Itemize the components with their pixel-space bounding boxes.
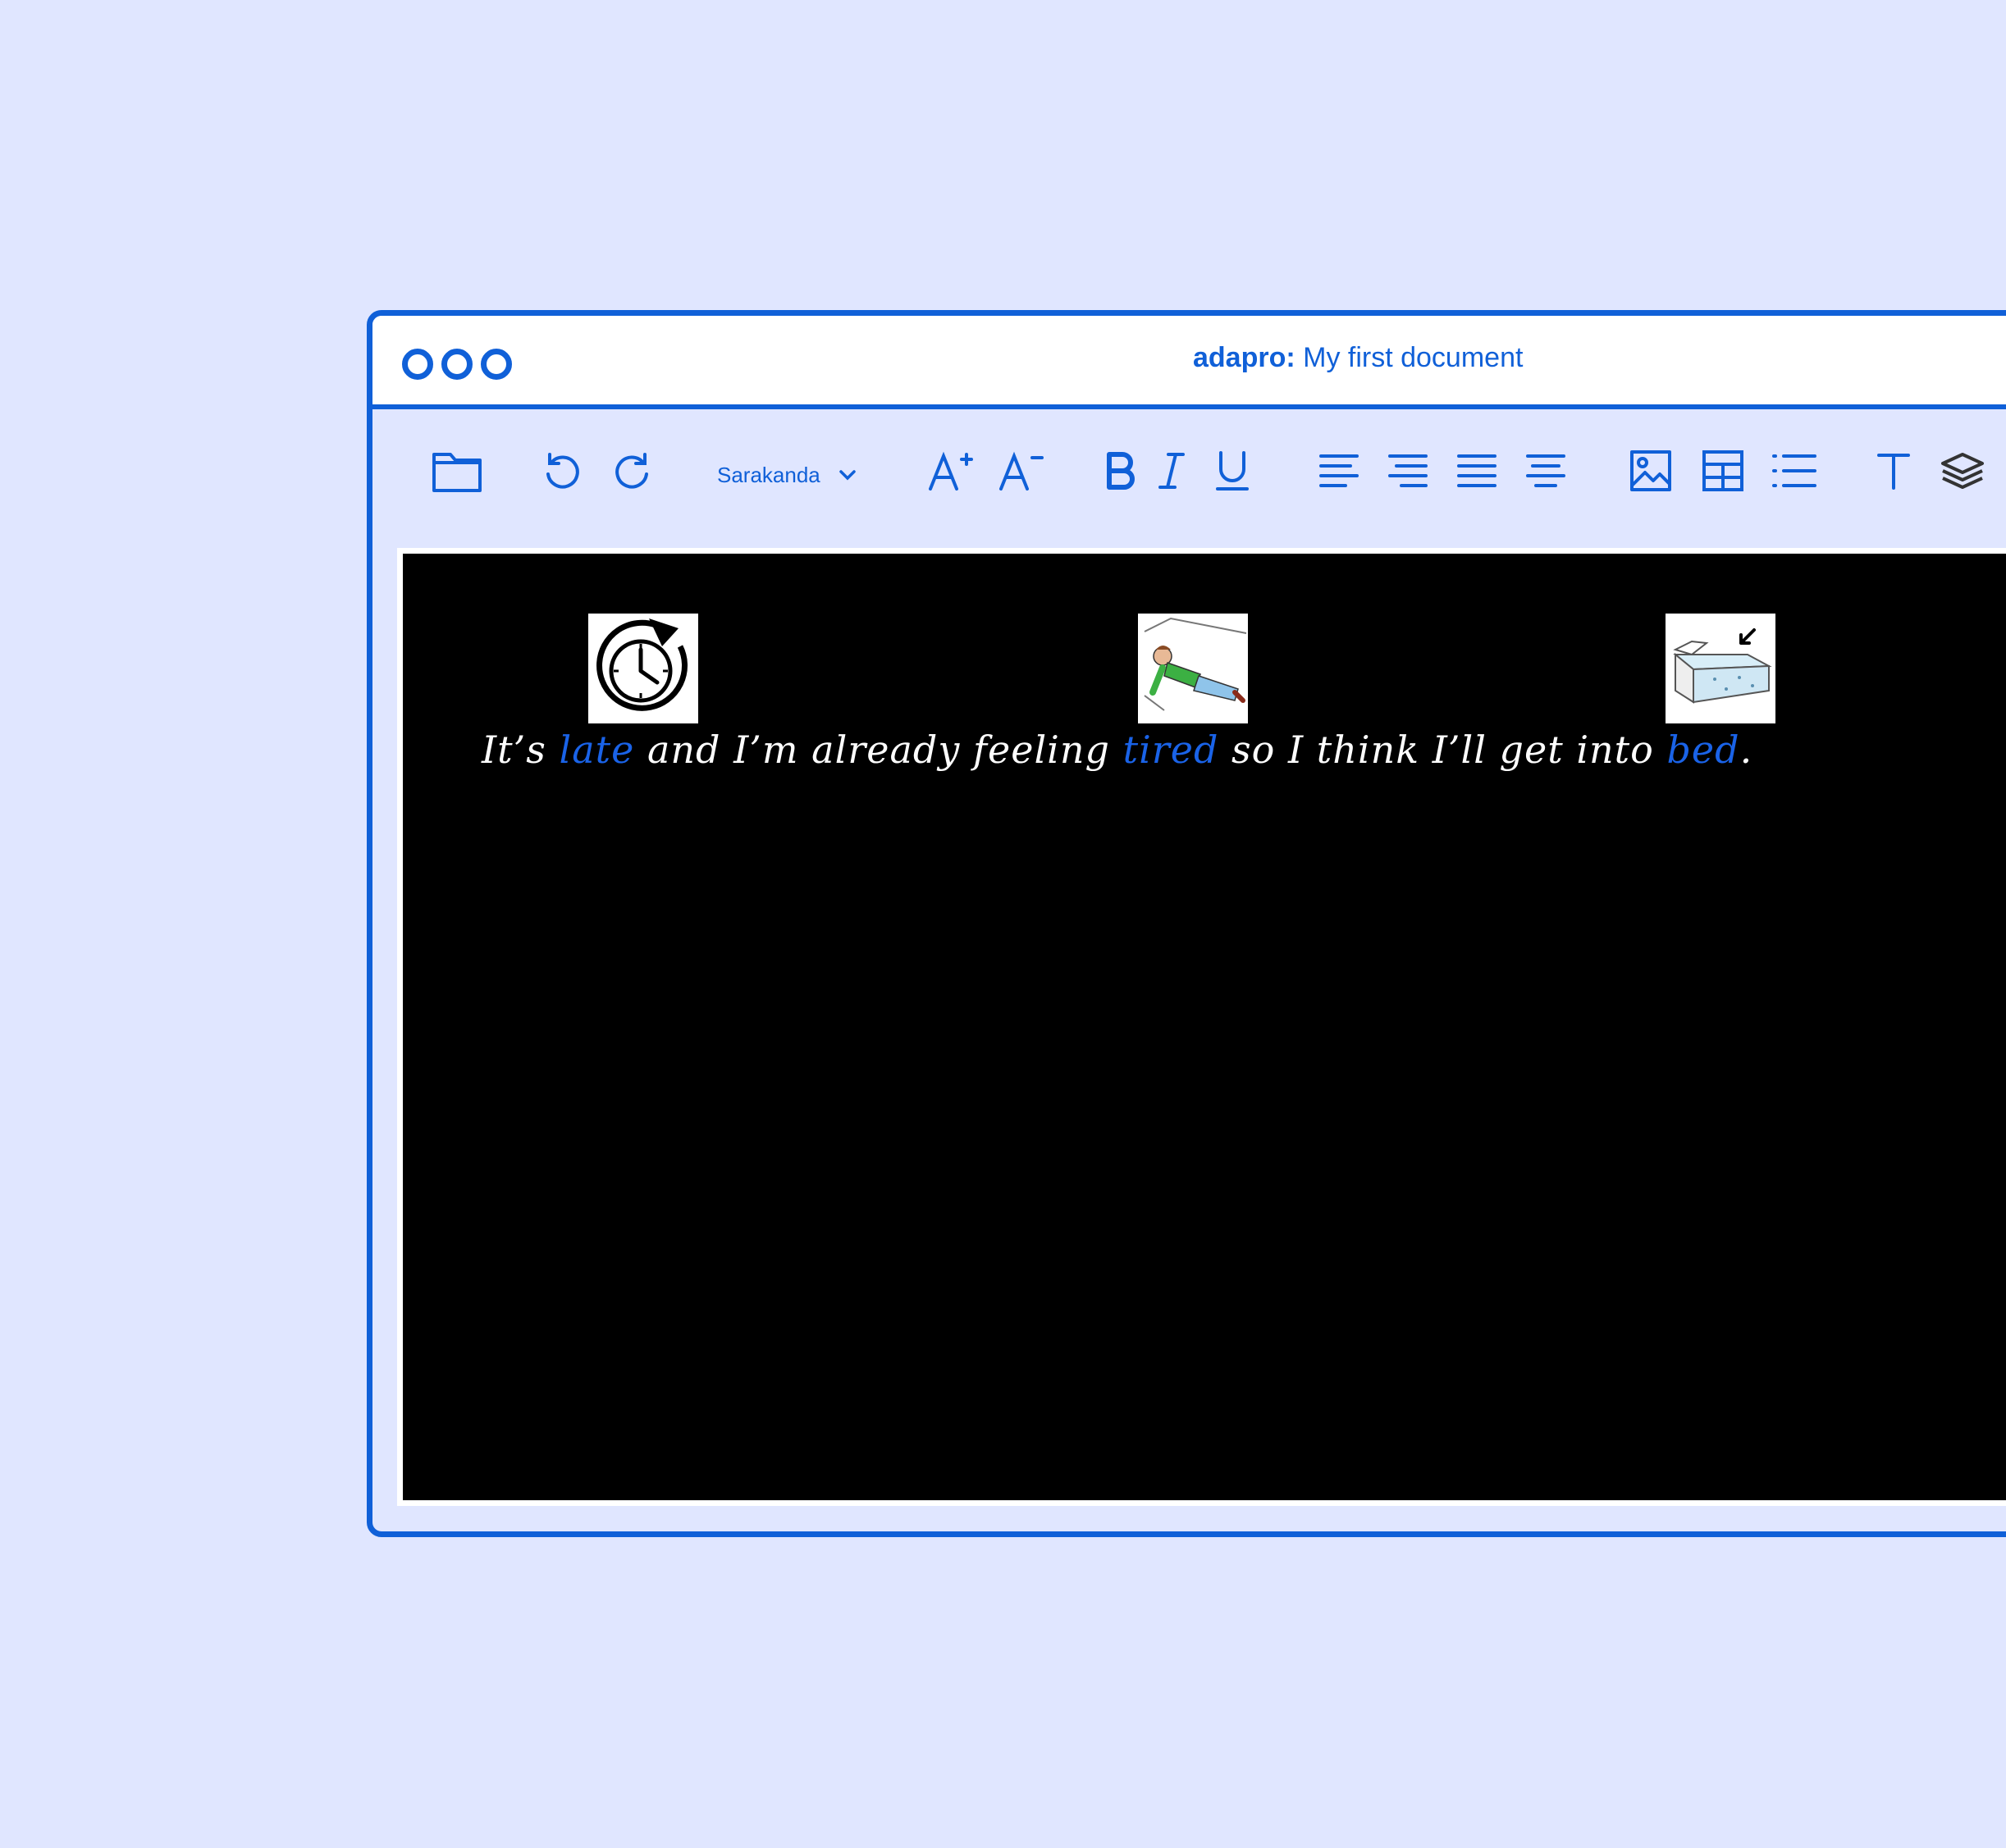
- tired-person-icon: [1144, 617, 1247, 711]
- bold-icon: [1107, 452, 1135, 490]
- sentence-text: so I think I’ll get into: [1218, 728, 1667, 772]
- clock-symbol[interactable]: [588, 614, 698, 723]
- align-left-icon: [1319, 454, 1359, 487]
- layers-button[interactable]: [1940, 442, 1985, 500]
- underline-button[interactable]: [1214, 442, 1250, 500]
- list-icon: [1772, 454, 1816, 487]
- align-right-button[interactable]: [1387, 442, 1429, 500]
- document-sentence[interactable]: It’s late and I’m already feeling tired …: [482, 728, 1752, 772]
- text-box-button[interactable]: [1874, 442, 1913, 500]
- sentence-text: It’s: [482, 728, 560, 772]
- image-icon: [1630, 450, 1671, 491]
- document-canvas-frame: It’s late and I’m already feeling tired …: [397, 548, 2006, 1506]
- symbolised-word[interactable]: tired: [1123, 728, 1219, 772]
- app-name: adapro: [1193, 342, 1286, 373]
- symbolised-word[interactable]: bed: [1666, 728, 1739, 772]
- italic-button[interactable]: [1154, 442, 1190, 500]
- symbolised-word[interactable]: late: [560, 728, 635, 772]
- font-selector[interactable]: Sarakanda: [717, 459, 857, 491]
- redo-button[interactable]: [609, 442, 655, 500]
- sentence-text: .: [1739, 728, 1753, 772]
- bold-button[interactable]: [1103, 442, 1139, 500]
- align-center-icon: [1526, 454, 1565, 487]
- window-control-dot[interactable]: [402, 349, 433, 380]
- increase-font-button[interactable]: [927, 442, 973, 500]
- document-title: My first document: [1295, 342, 1524, 373]
- align-justify-button[interactable]: [1455, 442, 1498, 500]
- decrease-font-icon: [999, 451, 1044, 491]
- align-center-button[interactable]: [1524, 442, 1567, 500]
- increase-font-icon: [929, 451, 973, 491]
- clock-icon: [596, 618, 688, 711]
- decrease-font-button[interactable]: [998, 442, 1044, 500]
- align-justify-icon: [1457, 454, 1497, 487]
- window-control-dot[interactable]: [481, 349, 512, 380]
- font-name: Sarakanda: [717, 462, 820, 487]
- table-icon: [1702, 450, 1743, 491]
- underline-icon: [1216, 451, 1249, 491]
- title-separator: :: [1286, 342, 1295, 373]
- insert-image-button[interactable]: [1628, 442, 1674, 500]
- italic-icon: [1158, 453, 1185, 489]
- layers-icon: [1941, 453, 1984, 489]
- app-window: adapro: My first document Sarakanda It’s…: [367, 310, 2006, 1537]
- open-folder-button[interactable]: [428, 442, 486, 500]
- sentence-text: and I’m already feeling: [634, 728, 1123, 772]
- toolbar: Sarakanda: [372, 409, 2006, 532]
- folder-icon: [432, 453, 482, 492]
- tired-person-symbol[interactable]: [1138, 614, 1248, 723]
- undo-button[interactable]: [540, 442, 586, 500]
- align-left-button[interactable]: [1318, 442, 1360, 500]
- chevron-down-icon: [839, 470, 856, 481]
- document-canvas[interactable]: It’s late and I’m already feeling tired …: [403, 554, 2006, 1500]
- insert-table-button[interactable]: [1700, 442, 1746, 500]
- window-control-dot[interactable]: [441, 349, 473, 380]
- list-button[interactable]: [1771, 442, 1816, 500]
- title-bar: adapro: My first document: [372, 316, 2006, 409]
- align-right-icon: [1388, 454, 1428, 487]
- undo-icon: [546, 453, 579, 489]
- window-title: adapro: My first document: [1193, 342, 1523, 374]
- bed-icon: [1673, 628, 1772, 704]
- redo-icon: [615, 453, 648, 489]
- text-icon: [1877, 454, 1910, 490]
- bed-symbol[interactable]: [1666, 614, 1775, 723]
